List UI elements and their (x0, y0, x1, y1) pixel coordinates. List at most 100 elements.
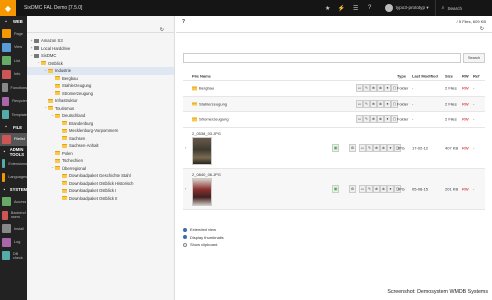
search-button[interactable]: Search (463, 53, 485, 63)
module-backend-users[interactable]: Backend users (0, 209, 27, 223)
tree-node[interactable]: Sachsen-Anhalt (27, 142, 174, 150)
tree-node[interactable]: Stromerzeugung (27, 90, 174, 98)
edit-icon[interactable]: ✎ (363, 115, 370, 124)
refresh-tree-icon[interactable]: ↻ (160, 27, 164, 33)
module-list[interactable]: List (0, 54, 27, 68)
module-extensions[interactable]: Extensions (0, 157, 27, 171)
info-icon[interactable]: ● (384, 84, 391, 93)
copy-icon[interactable]: ⊕ (373, 143, 380, 152)
tree-node[interactable]: Mecklenburg-Vorpommern (27, 127, 174, 135)
module-access[interactable]: Access (0, 195, 27, 209)
info-icon[interactable]: ● (387, 143, 394, 152)
tree-node[interactable]: Downloadpaket Ostblick I (27, 187, 174, 195)
tree-node[interactable]: − Überregional (27, 165, 174, 173)
table-row[interactable]: Bergbau ▭ ✎ ⊕ ⊗ ● ▢ Folder -2 Files RW - (183, 81, 485, 97)
view-icon[interactable]: ▭ (356, 84, 363, 93)
delete-icon[interactable]: ⊗ (377, 115, 384, 124)
folder-name[interactable]: Bergbau (192, 86, 214, 91)
tree-node[interactable]: Brandenburg (27, 120, 174, 128)
module-view[interactable]: View (0, 41, 27, 55)
refresh-icon[interactable]: ↻ (480, 26, 484, 32)
file-thumbnail[interactable] (192, 177, 212, 206)
tree-node[interactable]: − Ostblick (27, 60, 174, 68)
tree-node[interactable]: Downloadpaket Ostblick II (27, 195, 174, 203)
module-languages[interactable]: Languages (0, 171, 27, 185)
edit-icon[interactable]: ✎ (363, 99, 370, 108)
delete-icon[interactable]: ⊗ (377, 84, 384, 93)
module-log[interactable]: Log (0, 236, 27, 250)
info-icon[interactable]: ● (387, 184, 394, 193)
col-name[interactable]: File Name (192, 74, 211, 79)
table-row[interactable]: › 2_0538_03.JPG ▣ ⚙ ▭ ✎ ⊕ ⊗ ● ▢ JPG 17-02-12 407 KB R… (183, 128, 485, 169)
edit-icon[interactable]: ✎ (363, 84, 370, 93)
delete-icon[interactable]: ⊗ (380, 184, 387, 193)
typo3-logo-icon[interactable]: ◆ (0, 0, 16, 16)
edit-icon[interactable]: ✎ (366, 184, 373, 193)
tree-node[interactable]: + Local Harddrive (27, 45, 174, 53)
col-size[interactable]: Size (445, 74, 453, 79)
user-menu[interactable]: typo3-prototyp ▾ (384, 4, 429, 12)
module-db-check[interactable]: DB check (0, 249, 27, 263)
search-input[interactable] (183, 53, 461, 63)
option-0[interactable]: Extended view (183, 226, 224, 234)
module-page[interactable]: Page (0, 27, 27, 41)
option-checkbox[interactable] (183, 242, 187, 247)
file-info-icon[interactable]: ▣ (332, 184, 339, 193)
expand-icon[interactable]: › (185, 146, 186, 150)
option-checkbox[interactable] (183, 227, 187, 232)
folder-name[interactable]: Stromerzeugung (192, 117, 229, 122)
col-rw[interactable]: RW (462, 74, 469, 79)
tree-node[interactable]: + Amazon S3 (27, 37, 174, 45)
star-icon[interactable]: ★ (321, 5, 335, 12)
delete-icon[interactable]: ⊗ (377, 99, 384, 108)
option-2[interactable]: Show clipboard (183, 241, 224, 249)
tree-node[interactable]: Tschechien (27, 157, 174, 165)
tree-node[interactable]: Infrastruktur (27, 97, 174, 105)
file-info-icon[interactable]: ▣ (332, 143, 339, 152)
copy-icon[interactable]: ⊕ (370, 84, 377, 93)
col-modified[interactable]: Last Modified (412, 74, 438, 79)
view-icon[interactable]: ▭ (359, 143, 366, 152)
tree-node[interactable]: Bergbau (27, 75, 174, 83)
option-checkbox[interactable] (183, 235, 187, 240)
module-filelist[interactable]: Filelist (0, 132, 27, 146)
file-thumbnail[interactable] (192, 136, 212, 165)
tree-node[interactable]: Downloadpaket Geschichte Stahl (27, 172, 174, 180)
module-recycler[interactable]: Recycler (0, 95, 27, 109)
help-icon[interactable]: ? (363, 5, 377, 11)
metadata-icon[interactable]: ⚙ (349, 143, 356, 152)
copy-icon[interactable]: ⊕ (370, 99, 377, 108)
col-ref[interactable]: Ref (473, 74, 479, 79)
tree-node[interactable]: Sachsen (27, 135, 174, 143)
tree-node[interactable]: − SixDMC (27, 52, 174, 60)
bolt-icon[interactable]: ⚡ (335, 5, 349, 12)
col-type[interactable]: Type (397, 74, 406, 79)
module-functions[interactable]: Functions (0, 81, 27, 95)
delete-icon[interactable]: ⊗ (380, 143, 387, 152)
view-icon[interactable]: ▭ (359, 184, 366, 193)
edit-icon[interactable]: ✎ (366, 143, 373, 152)
list-icon[interactable]: ☰ (349, 5, 363, 12)
tree-node[interactable]: − Deutschland (27, 112, 174, 120)
tree-node[interactable]: Polen (27, 150, 174, 158)
info-icon[interactable]: ● (384, 115, 391, 124)
search-toggle[interactable]: ⌕ Search (434, 0, 462, 16)
tree-node[interactable]: Stahlerzeugung (27, 82, 174, 90)
tree-node[interactable]: − Industrie (27, 67, 174, 75)
table-row[interactable]: Stahlerzeugung ▭ ✎ ⊕ ⊗ ● ▢ Folder -2 Files RW - (183, 96, 485, 112)
module-template[interactable]: Template (0, 108, 27, 122)
metadata-icon[interactable]: ⚙ (349, 184, 356, 193)
tree-node[interactable]: Downloadpaket Ostblick Historisch (27, 180, 174, 188)
view-icon[interactable]: ▭ (356, 115, 363, 124)
module-info[interactable]: Info (0, 68, 27, 82)
file-name[interactable]: 2_0840_06.JPG (192, 172, 221, 177)
tree-node[interactable]: − Tourismus (27, 105, 174, 113)
copy-icon[interactable]: ⊕ (373, 184, 380, 193)
file-name[interactable]: 2_0538_03.JPG (192, 131, 221, 136)
folder-name[interactable]: Stahlerzeugung (192, 101, 227, 106)
info-icon[interactable]: ● (384, 99, 391, 108)
help-icon[interactable]: ? (182, 19, 185, 25)
view-icon[interactable]: ▭ (356, 99, 363, 108)
option-1[interactable]: Display thumbnails (183, 234, 224, 242)
table-row[interactable]: Stromerzeugung ▭ ✎ ⊕ ⊗ ● ▢ Folder -2 Files RW - (183, 112, 485, 128)
